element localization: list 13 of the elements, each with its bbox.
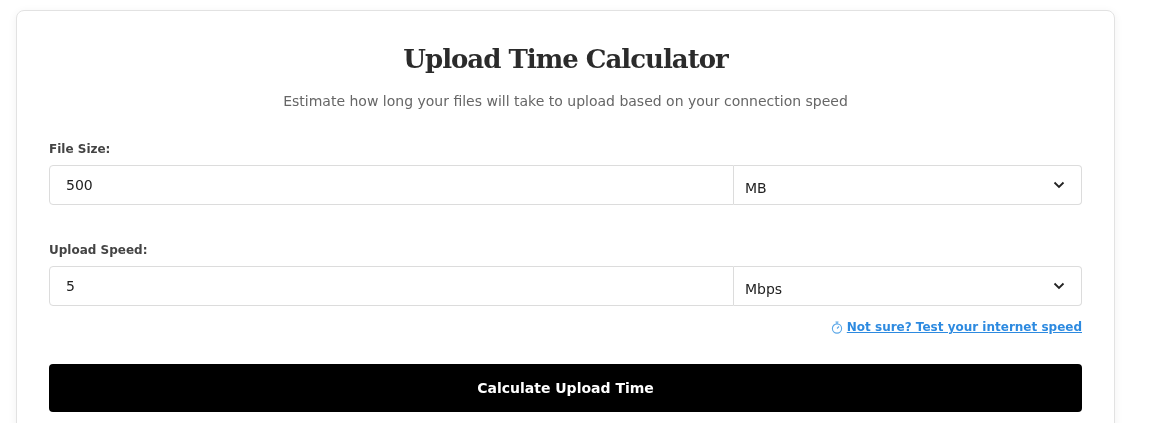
speed-test-link[interactable]: Not sure? Test your internet speed [830,320,1082,334]
chevron-down-icon [1053,282,1065,290]
number-input[interactable]: 5 [49,266,734,306]
page-subtitle: Estimate how long your files will take to upload based on your connection speed [282,92,849,111]
page-title: Upload Time Calculator [402,43,730,76]
field-label: Upload Speed: [49,242,149,258]
field-label: File Size: [49,141,112,157]
number-input[interactable]: 500 [49,165,734,205]
stopwatch-icon [830,320,843,334]
calculate-button[interactable]: Calculate Upload Time [49,364,1082,412]
chevron-down-icon [1053,181,1065,189]
unit-dropdown[interactable]: Mbps [734,266,1082,306]
unit-dropdown[interactable]: MB [734,165,1082,205]
